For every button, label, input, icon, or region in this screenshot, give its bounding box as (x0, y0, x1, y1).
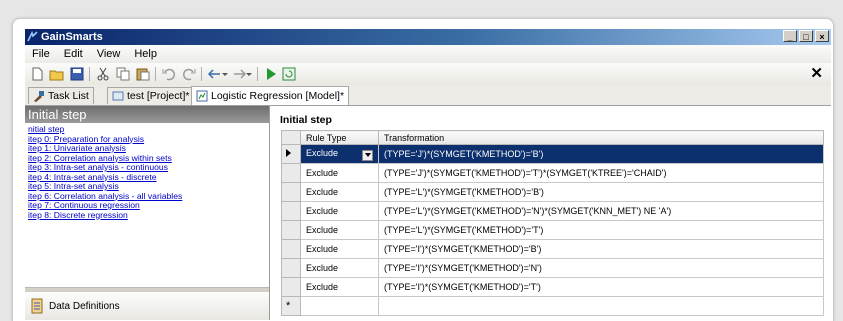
app-icon (27, 31, 38, 42)
tab-project[interactable]: test [Project]* (107, 87, 195, 104)
row-header[interactable] (281, 163, 301, 183)
cut-icon[interactable] (95, 66, 111, 82)
step-list: nitial step itep 0: Preparation for anal… (28, 124, 182, 221)
title-bar: GainSmarts _ □ × (25, 29, 831, 45)
menu-view[interactable]: View (90, 48, 128, 60)
step-navigator: Initial step nitial step itep 0: Prepara… (25, 106, 270, 320)
transformation-cell[interactable]: (TYPE='L')*(SYMGET('KMETHOD')='T') (378, 220, 824, 240)
maximize-button[interactable]: □ (799, 30, 813, 42)
rule-type-cell[interactable]: Exclude (300, 201, 379, 221)
row-header-corner (281, 130, 301, 145)
table-row[interactable]: Exclude (TYPE='L')*(SYMGET('KMETHOD')='N… (281, 201, 824, 221)
rules-grid: Rule Type Transformation Exclude (TYPE='… (281, 130, 824, 316)
refresh-icon[interactable] (281, 66, 297, 82)
new-row-star: * (286, 300, 291, 312)
toolbar-separator (257, 67, 258, 81)
transformation-cell[interactable]: (TYPE='L')*(SYMGET('KMETHOD')='N')*(SYMG… (378, 201, 824, 221)
redo-icon[interactable] (181, 66, 197, 82)
new-transformation-cell[interactable] (378, 296, 824, 316)
project-icon (112, 91, 124, 101)
transformation-cell[interactable]: (TYPE='I')*(SYMGET('KMETHOD')='B') (378, 239, 824, 259)
transformation-cell[interactable]: (TYPE='L')*(SYMGET('KMETHOD')='B') (378, 182, 824, 202)
rule-type-cell[interactable]: Exclude (300, 163, 379, 183)
rule-type-dropdown[interactable]: Exclude (300, 144, 379, 164)
row-header[interactable] (281, 182, 301, 202)
table-row[interactable]: Exclude (TYPE='J')*(SYMGET('KMETHOD')='T… (281, 163, 824, 183)
tab-label: test [Project]* (127, 90, 190, 102)
tab-logistic-regression[interactable]: Logistic Regression [Model]* (191, 86, 350, 105)
rule-type-cell[interactable]: Exclude (300, 182, 379, 202)
menu-help[interactable]: Help (127, 48, 164, 60)
transformation-cell[interactable]: (TYPE='I')*(SYMGET('KMETHOD')='N') (378, 258, 824, 278)
table-row[interactable]: Exclude (TYPE='J')*(SYMGET('KMETHOD')='B… (281, 144, 824, 164)
column-header-transformation[interactable]: Transformation (378, 130, 824, 145)
row-header[interactable] (281, 258, 301, 278)
step-link-8[interactable]: itep 8: Discrete regression (28, 210, 182, 221)
transformation-cell[interactable]: (TYPE='J')*(SYMGET('KMETHOD')='T')*(SYMG… (378, 163, 824, 183)
rules-panel: Initial step Rule Type Transformation Ex… (270, 106, 831, 320)
tab-label: Logistic Regression [Model]* (211, 90, 345, 102)
run-icon[interactable] (263, 66, 279, 82)
rule-type-cell[interactable]: Exclude (300, 258, 379, 278)
model-icon (196, 90, 208, 102)
rule-type-cell[interactable]: Exclude (300, 239, 379, 259)
task-list-icon (34, 91, 44, 102)
transformation-cell[interactable]: (TYPE='I')*(SYMGET('KMETHOD')='T') (378, 277, 824, 297)
close-window-button[interactable]: × (815, 30, 829, 42)
new-rule-type-cell[interactable] (300, 296, 379, 316)
menu-edit[interactable]: Edit (57, 48, 90, 60)
data-definitions-icon (31, 298, 43, 314)
toolbar-separator (201, 67, 202, 81)
menu-bar: File Edit View Help (25, 45, 831, 63)
row-header[interactable] (281, 144, 301, 164)
new-row[interactable]: * (281, 296, 824, 316)
grid-header-row: Rule Type Transformation (281, 130, 824, 145)
current-row-arrow-icon (286, 149, 291, 157)
close-document-icon[interactable]: ✕ (810, 64, 823, 82)
save-icon[interactable] (69, 66, 85, 82)
rule-type-cell[interactable]: Exclude (300, 277, 379, 297)
new-file-icon[interactable] (29, 66, 45, 82)
minimize-button[interactable]: _ (783, 30, 797, 42)
rules-panel-title: Initial step (280, 114, 332, 126)
forward-dropdown-icon[interactable] (245, 66, 253, 82)
table-row[interactable]: Exclude (TYPE='L')*(SYMGET('KMETHOD')='B… (281, 182, 824, 202)
chevron-down-icon[interactable] (362, 149, 373, 161)
copy-icon[interactable] (115, 66, 131, 82)
tab-strip: Task List test [Project]* Logistic Regre… (25, 85, 831, 106)
table-row[interactable]: Exclude (TYPE='I')*(SYMGET('KMETHOD')='B… (281, 239, 824, 259)
new-row-marker[interactable]: * (281, 296, 301, 316)
undo-icon[interactable] (161, 66, 177, 82)
toolbar-separator (155, 67, 156, 81)
data-definitions-label: Data Definitions (49, 300, 120, 312)
rule-type-value: Exclude (306, 147, 339, 158)
open-folder-icon[interactable] (49, 66, 65, 82)
row-header[interactable] (281, 239, 301, 259)
row-header[interactable] (281, 277, 301, 297)
data-definitions-button[interactable]: Data Definitions (25, 292, 269, 320)
back-dropdown-icon[interactable] (221, 66, 229, 82)
paste-icon[interactable] (135, 66, 151, 82)
table-row[interactable]: Exclude (TYPE='L')*(SYMGET('KMETHOD')='T… (281, 220, 824, 240)
menu-file[interactable]: File (25, 48, 57, 60)
rule-type-cell[interactable]: Exclude (300, 220, 379, 240)
tab-task-list[interactable]: Task List (28, 87, 94, 104)
toolbar-separator (89, 67, 90, 81)
step-navigator-header: Initial step (25, 106, 269, 123)
toolbar: ✕ (25, 63, 831, 86)
transformation-cell[interactable]: (TYPE='J')*(SYMGET('KMETHOD')='B') (378, 144, 824, 164)
row-header[interactable] (281, 201, 301, 221)
table-row[interactable]: Exclude (TYPE='I')*(SYMGET('KMETHOD')='T… (281, 277, 824, 297)
row-header[interactable] (281, 220, 301, 240)
tab-label: Task List (48, 90, 89, 102)
window-title: GainSmarts (41, 31, 103, 43)
column-header-rule-type[interactable]: Rule Type (300, 130, 379, 145)
table-row[interactable]: Exclude (TYPE='I')*(SYMGET('KMETHOD')='N… (281, 258, 824, 278)
